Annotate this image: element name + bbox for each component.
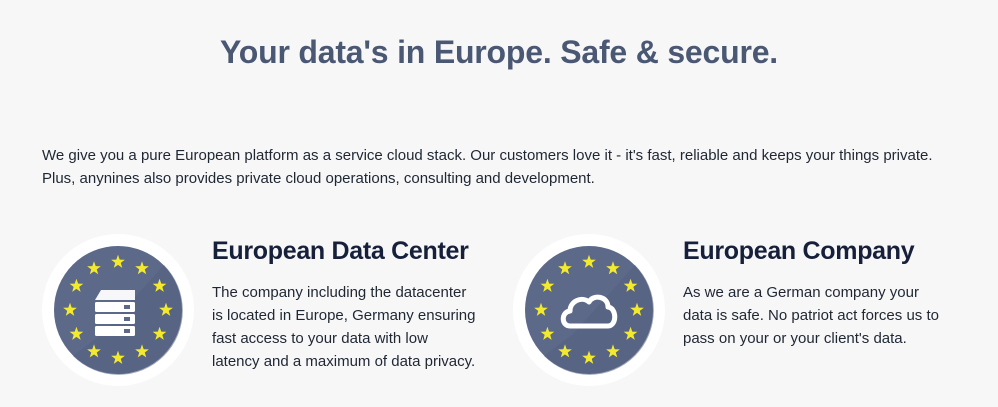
intro-line-2: Plus, anynines also provides private clo… [42, 170, 595, 187]
feature-heading: European Data Center [212, 237, 469, 265]
feature-description-line: pass on your or your client's data. [683, 330, 907, 347]
eu-stars-badge-icon [54, 246, 183, 375]
eu-badge [42, 234, 194, 386]
intro-line-1: We give you a pure European platform as … [42, 147, 933, 164]
feature-description-line: is located in Europe, Germany ensuring [212, 307, 476, 324]
feature-description-line: latency and a maximum of data privacy. [212, 353, 476, 370]
feature-description-line: fast access to your data with low [212, 330, 428, 347]
feature-description-line: data is safe. No patriot act forces us t… [683, 307, 939, 324]
page-title: Your data's in Europe. Safe & secure. [219, 34, 778, 70]
feature-heading: European Company [683, 237, 915, 265]
feature-description: The company including the datacenter is … [212, 281, 497, 373]
feature-description-line: The company including the datacenter [212, 284, 467, 301]
feature-description: As we are a German company your data is … [683, 281, 968, 350]
eu-stars-badge-icon [525, 246, 654, 375]
eu-badge [513, 234, 665, 386]
feature-description-line: As we are a German company your [683, 284, 919, 301]
intro-paragraph: We give you a pure European platform as … [42, 144, 962, 190]
